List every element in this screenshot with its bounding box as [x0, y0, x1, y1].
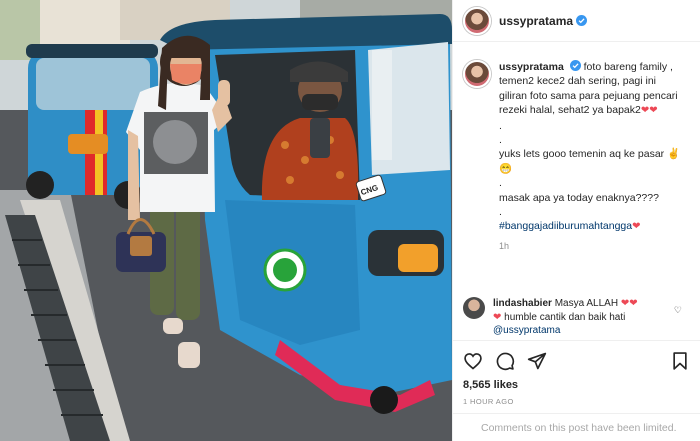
comment-mention-link[interactable]: @ussypratama: [493, 325, 560, 336]
comment-text-2: humble cantik dan baik hati: [504, 311, 626, 323]
like-comment-heart-icon[interactable]: ♡: [674, 305, 682, 316]
caption-line-text: yuks lets gooo temenin aq ke pasar: [499, 148, 665, 161]
comment-bubble-icon[interactable]: [495, 351, 515, 371]
author-avatar[interactable]: [463, 6, 491, 35]
caption-line: .: [499, 134, 502, 147]
caption-line: temen2 kece2 dah sering, pagi ini: [499, 75, 657, 88]
heart-emoji-icon: ❤: [649, 105, 658, 117]
caption-line: ussypratama foto bareng family ,: [499, 60, 690, 74]
heart-emoji-icon: ❤: [493, 311, 502, 323]
verified-badge-icon: [576, 15, 588, 26]
comments-limited-notice: Comments on this post have been limited.: [453, 413, 700, 441]
heart-emoji-icon: ❤: [632, 221, 641, 233]
like-heart-icon[interactable]: [463, 351, 483, 371]
comment-text: lindashabier Masya ALLAH ❤❤ ❤ humble can…: [493, 297, 677, 338]
caption-line-text: rezeki halal, sehat2 ya bapak2: [499, 104, 641, 117]
heart-emoji-icon: ❤: [620, 298, 630, 309]
caption-line-text: foto bareng family ,: [583, 61, 673, 73]
caption-username[interactable]: ussypratama: [499, 61, 564, 73]
likes-count[interactable]: 8,565 likes: [463, 379, 690, 391]
commenter-avatar[interactable]: [463, 297, 485, 319]
author-username[interactable]: ussypratama: [499, 14, 573, 28]
verified-badge-icon: [569, 60, 581, 71]
caption-line: #banggajadiiburumahtangga❤: [499, 219, 690, 234]
victory-hand-emoji-icon: ✌: [667, 148, 681, 161]
post-side-panel: ussypratama ussypratama foto bareng fami…: [452, 0, 700, 441]
caption-section: ussypratama foto bareng family , temen2 …: [453, 50, 700, 253]
heart-emoji-icon: ❤: [629, 298, 638, 309]
comment-item: lindashabier Masya ALLAH ❤❤ ❤ humble can…: [463, 297, 690, 338]
caption-avatar[interactable]: [463, 60, 491, 88]
caption-line: .: [499, 206, 502, 219]
caption-line: rezeki halal, sehat2 ya bapak2❤❤: [499, 103, 690, 118]
post-timestamp: 1 HOUR AGO: [463, 397, 514, 406]
caption-text: ussypratama foto bareng family , temen2 …: [499, 60, 690, 253]
heart-emoji-icon: ❤: [640, 105, 650, 117]
comment-text-1: Masya ALLAH: [554, 298, 619, 309]
caption-line: giliran foto sama para pejuang pencari: [499, 89, 678, 102]
caption-line: .: [499, 119, 502, 132]
caption-line: masak apa ya today enaknya????: [499, 191, 659, 204]
post-photo[interactable]: CNG: [0, 0, 452, 441]
bookmark-save-icon[interactable]: [670, 351, 690, 371]
hashtag-link[interactable]: #banggajadiiburumahtangga: [499, 220, 632, 232]
caption-line: yuks lets gooo temenin aq ke pasar ✌: [499, 147, 690, 161]
share-paper-plane-icon[interactable]: [527, 351, 547, 371]
caption-line: .: [499, 177, 502, 190]
post-header: ussypratama: [453, 0, 700, 42]
caption-time: 1h: [499, 240, 510, 251]
caption-line: 😁: [499, 162, 513, 175]
post-actions: 8,565 likes 1 HOUR AGO: [453, 340, 700, 406]
commenter-username[interactable]: lindashabier: [493, 298, 552, 309]
post-photo-art: CNG: [0, 0, 452, 441]
